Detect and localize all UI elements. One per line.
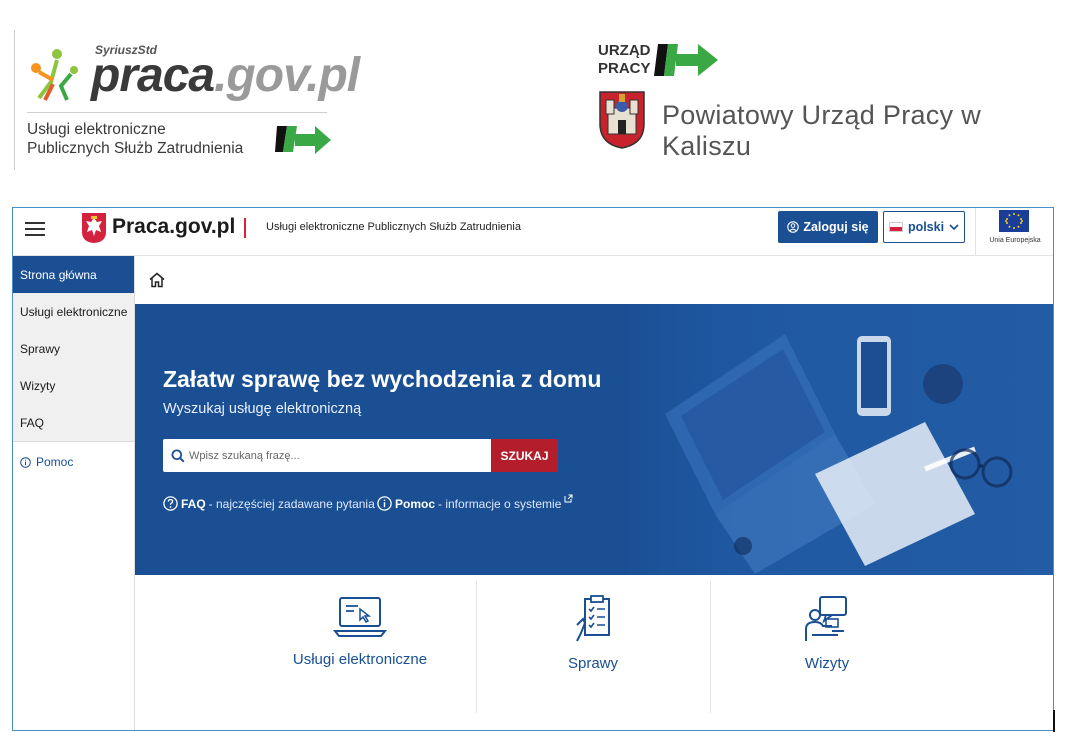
tile-cases-label: Sprawy — [567, 655, 619, 672]
tile-divider — [476, 581, 477, 713]
urzad-pracy-label: URZĄD PRACY — [598, 42, 651, 77]
praca-gov-wordmark: praca.gov.pl — [91, 49, 360, 102]
hero-title: Załatw sprawę bez wychodzenia z domu — [163, 366, 602, 392]
tile-divider — [710, 581, 711, 713]
search-icon — [171, 449, 185, 463]
eu-label: Unia Europejska — [989, 237, 1041, 244]
question-circle-icon — [163, 496, 178, 511]
help-link-desc: - informacje o systemie — [438, 496, 562, 511]
service-tiles: Usługi elektroniczne Sprawy Wizyty — [135, 575, 1053, 730]
sidebar-nav: Strona główna Usługi elektroniczne Spraw… — [13, 256, 134, 442]
faq-link[interactable]: FAQ - najczęściej zadawane pytania — [163, 496, 375, 511]
sidebar-item-visits[interactable]: Wizyty — [13, 367, 134, 404]
sidebar-item-faq[interactable]: FAQ — [13, 404, 134, 441]
search-button[interactable]: SZUKAJ — [491, 439, 558, 472]
syriusz-praca-logo: SyriuszStd praca.gov.pl Usługi elektroni… — [14, 30, 360, 170]
title-divider — [244, 218, 246, 238]
faq-link-desc: - najczęściej zadawane pytania — [208, 496, 375, 511]
login-button[interactable]: Zaloguj się — [778, 211, 878, 243]
faq-link-title: FAQ — [181, 496, 206, 511]
user-circle-icon — [787, 221, 800, 233]
breadcrumb — [135, 256, 1053, 304]
header-divider — [975, 208, 976, 255]
polish-flag-icon — [888, 222, 903, 232]
tile-e-services[interactable]: Usługi elektroniczne — [285, 581, 435, 721]
tile-visits-label: Wizyty — [804, 655, 850, 672]
main-content: Załatw sprawę bez wychodzenia z domu Wys… — [135, 256, 1053, 730]
app-window: Praca.gov.pl Usługi elektroniczne Public… — [12, 207, 1054, 731]
search-field — [163, 439, 491, 472]
psz-arrow-icon — [275, 126, 331, 154]
hero-banner: Załatw sprawę bez wychodzenia z domu Wys… — [135, 304, 1053, 575]
login-label: Zaloguj się — [803, 220, 869, 234]
logo-divider — [27, 112, 327, 113]
tile-e-services-label: Usługi elektroniczne — [292, 651, 428, 668]
help-link[interactable]: Pomoc - informacje o systemie — [377, 494, 573, 511]
info-icon — [20, 456, 31, 468]
site-subtitle: Usługi elektroniczne Publicznych Służb Z… — [266, 221, 521, 233]
pup-name: Powiatowy Urząd Pracy w Kaliszu — [662, 100, 981, 161]
sidebar-item-e-services[interactable]: Usługi elektroniczne — [13, 293, 134, 330]
logos-banner: SyriuszStd praca.gov.pl Usługi elektroni… — [0, 0, 1072, 190]
syriusz-star-icon — [31, 49, 78, 101]
polish-eagle-icon — [82, 213, 106, 243]
kalisz-coat-of-arms-icon — [599, 91, 645, 149]
site-title[interactable]: Praca.gov.pl — [112, 215, 235, 239]
tile-visits[interactable]: Wizyty — [787, 581, 867, 721]
help-label: Pomoc — [36, 455, 74, 469]
sidebar-item-home[interactable]: Strona główna — [13, 256, 134, 293]
hero-subtitle: Wyszukaj usługę elektroniczną — [163, 401, 362, 417]
search-input[interactable] — [189, 449, 479, 462]
home-icon[interactable] — [148, 271, 166, 289]
laptop-desk-illustration — [625, 304, 1053, 575]
clipboard-icon — [576, 595, 610, 642]
meeting-icon — [805, 596, 847, 641]
chevron-down-icon — [949, 224, 959, 231]
pup-kalisz-logo: URZĄD PRACY Powiatowy Urząd Pracy w Kali… — [598, 40, 1058, 161]
help-link-title: Pomoc — [395, 496, 436, 511]
eu-flag-icon — [999, 210, 1029, 232]
sidebar: Strona główna Usługi elektroniczne Spraw… — [13, 256, 135, 730]
external-link-icon — [564, 494, 573, 503]
tile-cases[interactable]: Sprawy — [553, 581, 633, 721]
uslugi-caption: Usługi elektroniczne Publicznych Służb Z… — [27, 121, 244, 157]
sidebar-item-help[interactable]: Pomoc — [13, 442, 134, 482]
sidebar-item-cases[interactable]: Sprawy — [13, 330, 134, 367]
language-label: polski — [907, 220, 945, 234]
edge-mark — [1053, 710, 1055, 732]
menu-icon[interactable] — [25, 222, 45, 242]
info-circle-icon — [377, 496, 392, 511]
language-select[interactable]: polski — [883, 211, 965, 243]
laptop-icon — [333, 597, 387, 637]
top-header: Praca.gov.pl Usługi elektroniczne Public… — [13, 208, 1053, 256]
urzad-arrow-icon — [654, 44, 718, 76]
